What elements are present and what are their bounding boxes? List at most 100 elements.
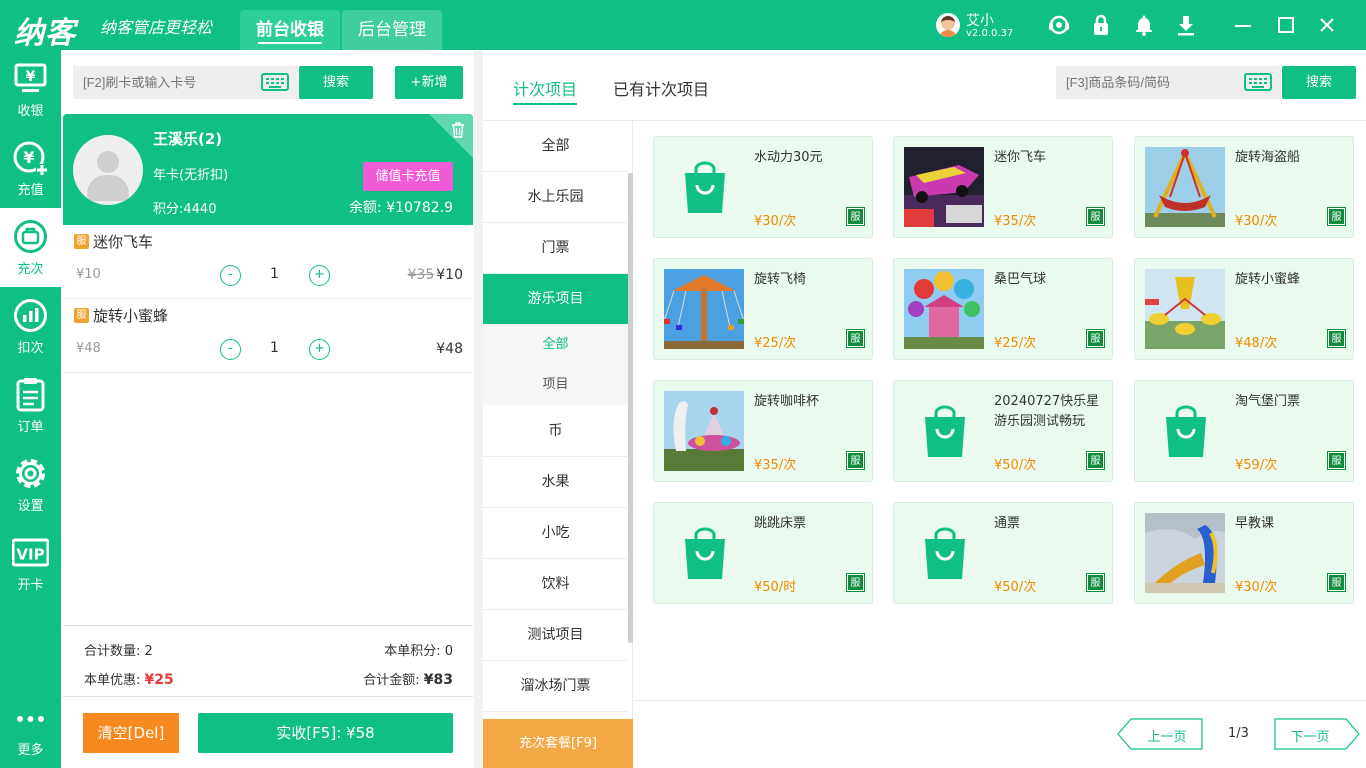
swing-chair-photo bbox=[664, 269, 744, 349]
sidebar-item-recharge-count[interactable]: 充次 bbox=[0, 208, 61, 287]
increase-qty-button[interactable]: + bbox=[309, 339, 330, 360]
product-card[interactable]: 20240727快乐星游乐园测试畅玩 ¥50/次 服 bbox=[893, 380, 1113, 482]
product-price: ¥50/次 bbox=[994, 580, 1037, 595]
category-tickets[interactable]: 门票 bbox=[483, 223, 628, 274]
sidebar-item-more[interactable]: 更多 bbox=[0, 689, 61, 768]
sidebar-item-order[interactable]: 订单 bbox=[0, 366, 61, 445]
product-card[interactable]: 旋转小蜜蜂 ¥48/次 服 bbox=[1134, 258, 1354, 360]
sidebar-item-open-card[interactable]: VIP 开卡 bbox=[0, 524, 61, 603]
product-card[interactable]: 桑巴气球 ¥25/次 服 bbox=[893, 258, 1113, 360]
order-points: 本单积分: 0 bbox=[384, 640, 453, 659]
bag-icon bbox=[664, 147, 744, 227]
category-drinks[interactable]: 饮料 bbox=[483, 559, 628, 610]
increase-qty-button[interactable]: + bbox=[309, 265, 330, 286]
product-card[interactable]: 淘气堡门票 ¥59/次 服 bbox=[1134, 380, 1354, 482]
support-icon[interactable] bbox=[1046, 12, 1072, 38]
sidebar-item-label: 开卡 bbox=[17, 578, 44, 593]
count-package-button[interactable]: 充次套餐[F9] bbox=[483, 719, 633, 768]
sidebar-item-label: 设置 bbox=[17, 499, 44, 514]
service-badge: 服 bbox=[74, 308, 89, 323]
user-info[interactable]: 艾小 v2.0.0.37 bbox=[936, 12, 1016, 42]
tab-label: 已有计次项目 bbox=[613, 80, 710, 99]
product-name: 迷你飞车 bbox=[994, 150, 1047, 165]
category-scrollbar[interactable] bbox=[628, 173, 633, 643]
category-snacks[interactable]: 小吃 bbox=[483, 508, 628, 559]
sidebar-item-recharge[interactable]: ¥ 充值 bbox=[0, 129, 61, 208]
sidebar-item-settings[interactable]: 设置 bbox=[0, 445, 61, 524]
category-water-park[interactable]: 水上乐园 bbox=[483, 172, 628, 223]
category-coins[interactable]: 币 bbox=[483, 406, 628, 457]
tab-count-items[interactable]: 计次项目 bbox=[513, 76, 578, 105]
member-search-input[interactable] bbox=[73, 66, 253, 99]
order-points-value: 0 bbox=[444, 644, 453, 659]
product-name: 旋转小蜜蜂 bbox=[1235, 272, 1301, 287]
category-all[interactable]: 全部 bbox=[483, 121, 628, 172]
product-card[interactable]: 旋转咖啡杯 ¥35/次 服 bbox=[653, 380, 873, 482]
download-icon[interactable] bbox=[1173, 12, 1199, 38]
cart-item-qty[interactable]: 1 bbox=[270, 266, 279, 282]
product-card[interactable]: 迷你飞车 ¥35/次 服 bbox=[893, 136, 1113, 238]
product-name: 淘气堡门票 bbox=[1235, 394, 1301, 409]
product-price: ¥25/次 bbox=[994, 336, 1037, 351]
tab-owned-count-items[interactable]: 已有计次项目 bbox=[613, 76, 709, 100]
top-bar: 纳客 纳客管店更轻松 前台收银 后台管理 艾小 v2.0.0.37 bbox=[0, 0, 1366, 51]
app-slogan: 纳客管店更轻松 bbox=[100, 18, 213, 37]
prev-page-button[interactable]: 上一页 bbox=[1117, 718, 1203, 750]
product-price: ¥25/次 bbox=[754, 336, 797, 351]
service-tag: 服 bbox=[1327, 207, 1346, 226]
subcategory-items[interactable]: 项目 bbox=[483, 365, 628, 405]
service-tag: 服 bbox=[1086, 329, 1105, 348]
subcategory-all[interactable]: 全部 bbox=[483, 325, 628, 365]
total-quantity-value: 2 bbox=[144, 644, 153, 659]
cart-item-qty[interactable]: 1 bbox=[270, 340, 279, 356]
pagination-divider bbox=[634, 700, 1366, 701]
service-tag: 服 bbox=[846, 329, 865, 348]
keyboard-icon[interactable] bbox=[1244, 73, 1272, 91]
product-search-input[interactable] bbox=[1056, 66, 1236, 99]
product-card[interactable]: 水动力30元 ¥30/次 服 bbox=[653, 136, 873, 238]
product-card[interactable]: 通票 ¥50/次 服 bbox=[893, 502, 1113, 604]
product-card[interactable]: 早教课 ¥30/次 服 bbox=[1134, 502, 1354, 604]
add-member-button[interactable]: +新增 bbox=[395, 66, 463, 99]
category-rides[interactable]: 游乐项目 bbox=[483, 274, 628, 325]
next-page-button[interactable]: 下一页 bbox=[1274, 718, 1360, 750]
order-discount: 本单优惠: ¥25 bbox=[84, 669, 174, 688]
trash-icon[interactable] bbox=[451, 122, 465, 138]
coffee-cup-photo bbox=[664, 391, 744, 471]
close-icon[interactable] bbox=[1314, 12, 1340, 38]
member-search-button[interactable]: 搜索 bbox=[299, 66, 373, 99]
category-test[interactable]: 测试项目 bbox=[483, 610, 628, 661]
total-quantity-label: 合计数量: bbox=[84, 644, 141, 659]
avatar bbox=[936, 13, 960, 37]
minimize-icon[interactable] bbox=[1230, 12, 1256, 38]
tab-label: 计次项目 bbox=[513, 80, 578, 99]
lock-icon[interactable] bbox=[1088, 12, 1114, 38]
cart-item-name: 迷你飞车 bbox=[93, 233, 154, 251]
sidebar-item-cashier[interactable]: ¥ 收银 bbox=[0, 50, 61, 129]
decrease-qty-button[interactable]: - bbox=[220, 339, 241, 360]
next-page-label: 下一页 bbox=[1290, 730, 1330, 745]
decrease-qty-button[interactable]: - bbox=[220, 265, 241, 286]
cart-row[interactable]: 服 旋转小蜜蜂 ¥48 - 1 + ¥48 bbox=[63, 299, 473, 373]
maximize-icon[interactable] bbox=[1273, 12, 1299, 38]
cart-row[interactable]: 服 迷你飞车 ¥10 - 1 + ¥35 ¥10 bbox=[63, 225, 473, 299]
keyboard-icon[interactable] bbox=[261, 73, 289, 91]
stored-value-recharge-button[interactable]: 储值卡充值 bbox=[363, 162, 453, 191]
product-card[interactable]: 旋转飞椅 ¥25/次 服 bbox=[653, 258, 873, 360]
product-price: ¥50/次 bbox=[994, 458, 1037, 473]
user-name: 艾小 bbox=[966, 13, 994, 29]
tab-back-office[interactable]: 后台管理 bbox=[342, 10, 442, 50]
product-name: 旋转海盗船 bbox=[1235, 150, 1301, 165]
category-fruit[interactable]: 水果 bbox=[483, 457, 628, 508]
category-ice-rink[interactable]: 溜冰场门票 bbox=[483, 661, 628, 712]
sidebar-item-deduct-count[interactable]: 扣次 bbox=[0, 287, 61, 366]
pay-button[interactable]: 实收[F5]: ¥58 bbox=[198, 713, 453, 753]
cart-item-name: 旋转小蜜蜂 bbox=[93, 307, 169, 325]
tab-front-cashier[interactable]: 前台收银 bbox=[240, 10, 340, 50]
product-card[interactable]: 旋转海盗船 ¥30/次 服 bbox=[1134, 136, 1354, 238]
clear-button[interactable]: 清空[Del] bbox=[83, 713, 179, 753]
product-search-button[interactable]: 搜索 bbox=[1282, 66, 1356, 99]
bell-icon[interactable] bbox=[1131, 12, 1157, 38]
product-name: 早教课 bbox=[1235, 516, 1275, 531]
product-card[interactable]: 跳跳床票 ¥50/时 服 bbox=[653, 502, 873, 604]
